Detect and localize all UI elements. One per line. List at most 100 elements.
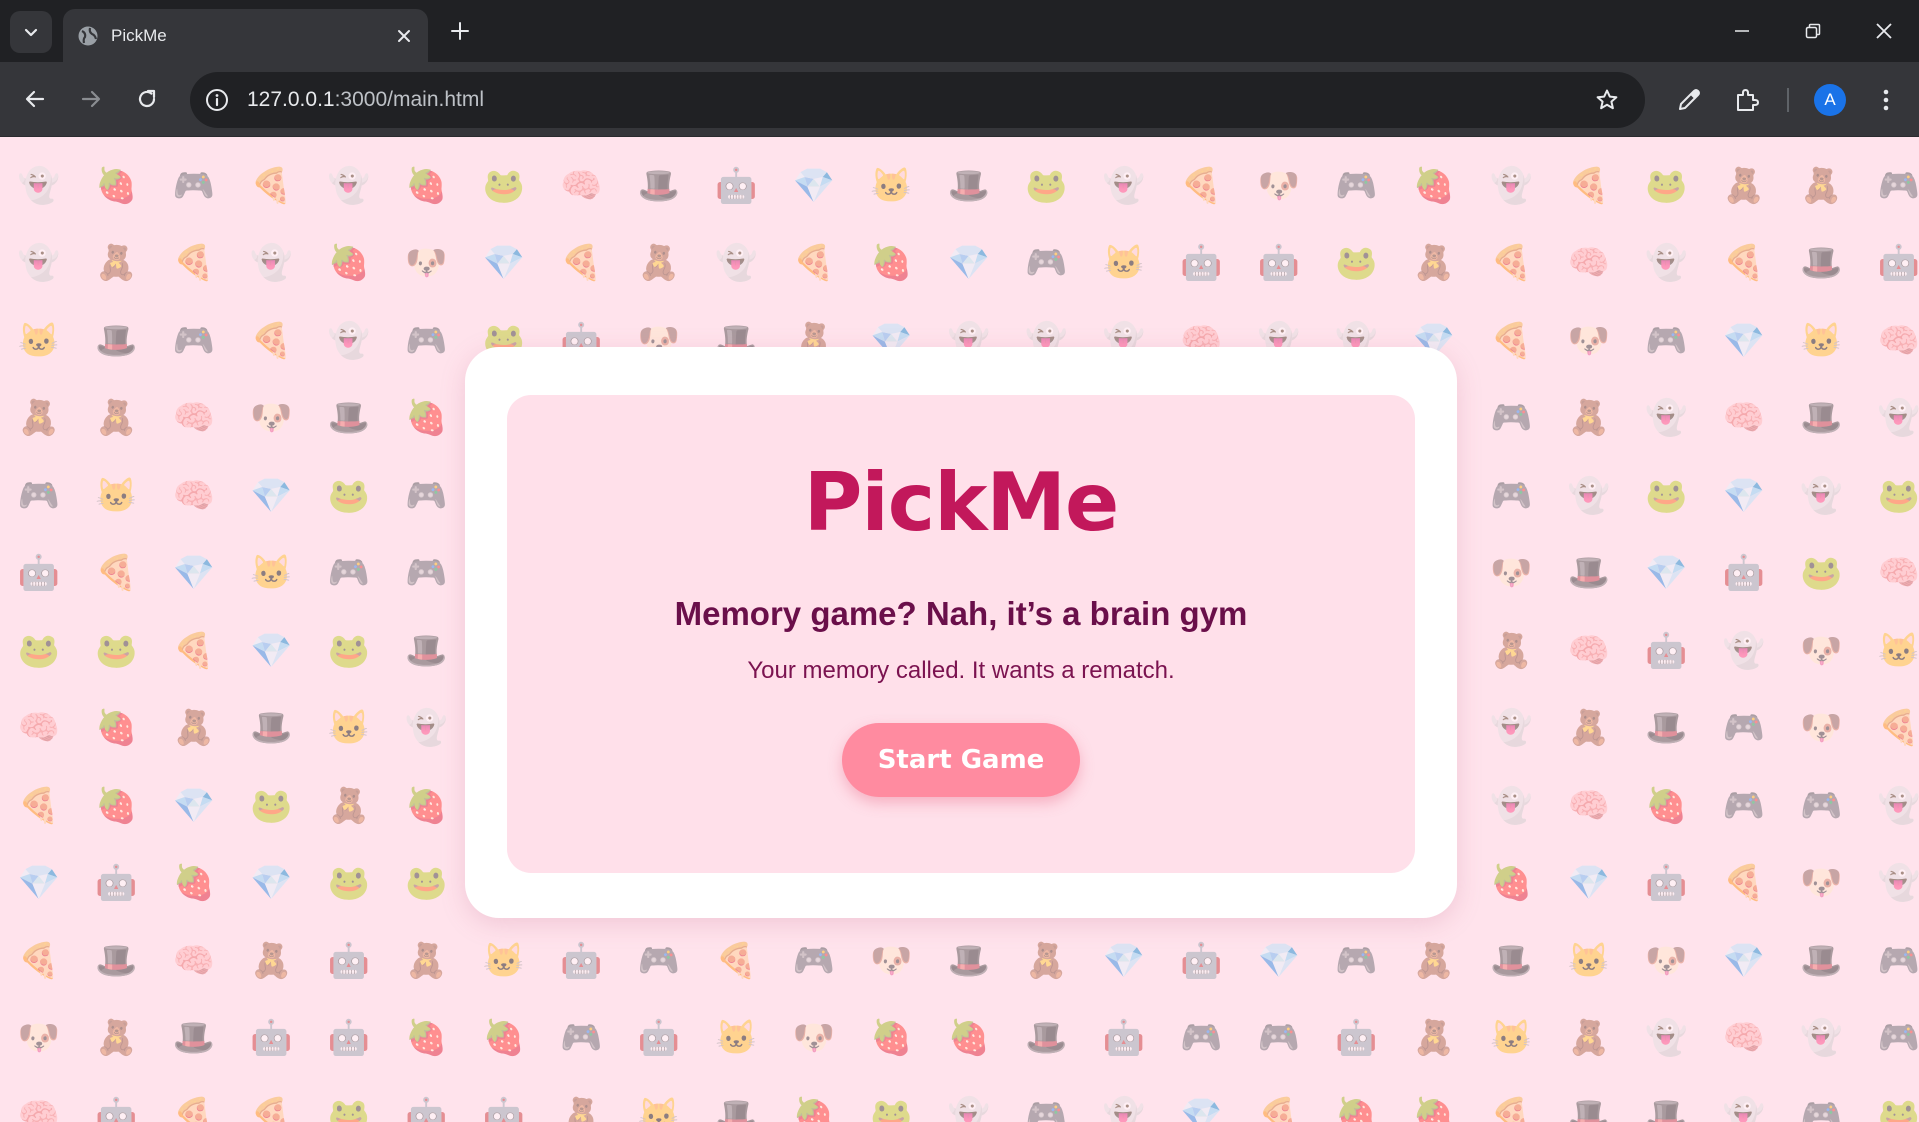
eyedropper-extension-button[interactable] <box>1669 80 1709 120</box>
background-cell: 💎 <box>1628 535 1706 613</box>
gamepad-icon: 🎮 <box>637 941 680 980</box>
site-info-button[interactable] <box>201 84 233 116</box>
background-cell: 🎩 <box>1550 1077 1628 1122</box>
background-cell: 🎮 <box>1783 1077 1861 1122</box>
forward-button[interactable] <box>72 80 110 118</box>
arrow-right-icon <box>81 90 101 108</box>
strawberry-icon: 🍓 <box>95 786 138 825</box>
diamond-icon: 💎 <box>1257 941 1300 980</box>
ghost-icon: 👻 <box>1800 1019 1843 1058</box>
bookmark-button[interactable] <box>1587 80 1627 120</box>
background-cell: 🍕 <box>0 767 78 845</box>
pizza-icon: 🍕 <box>1490 321 1533 360</box>
background-cell: 🧠 <box>1550 612 1628 690</box>
background-cell: 🐶 <box>1473 535 1551 613</box>
background-cell: 🤖 <box>1318 1000 1396 1078</box>
background-cell: 💎 <box>233 845 311 923</box>
tab-search-button[interactable] <box>10 11 52 53</box>
frog-icon: 🐸 <box>1877 1096 1919 1122</box>
dog-icon: 🐶 <box>405 244 448 283</box>
teddy-bear-icon: 🧸 <box>1412 941 1455 980</box>
page-viewport: 👻 🍓 🎮 🍕 👻 🍓 🐸 🧠 🎩 🤖 💎 🐱 🎩 🐸 👻 🍕 🐶 🎮 🍓 👻 🍕 🐸 🧸 🧸 🎮 👻 🧸 🍕 👻 🍓 🐶 💎 🍕 🧸 👻 🍕 🍓 💎 🎮 🐱… <box>0 137 1919 1122</box>
background-cell: 🎮 <box>1318 147 1396 225</box>
diamond-icon: 💎 <box>250 631 293 670</box>
close-window-button[interactable] <box>1848 0 1919 62</box>
tab-title: PickMe <box>111 25 167 45</box>
background-cell: 🎩 <box>620 147 698 225</box>
background-cell: 👻 <box>1860 767 1919 845</box>
background-cell: 🤖 <box>78 845 156 923</box>
gamepad-icon: 🎮 <box>17 476 60 515</box>
background-cell: 💎 <box>233 612 311 690</box>
profile-avatar[interactable]: A <box>1814 84 1846 116</box>
cat-icon: 🐱 <box>1877 631 1919 670</box>
teddy-bear-icon: 🧸 <box>95 1019 138 1058</box>
gamepad-icon: 🎮 <box>560 1019 603 1058</box>
pizza-icon: 🍕 <box>250 321 293 360</box>
background-cell: 🎮 <box>1473 380 1551 458</box>
robot-icon: 🤖 <box>1102 1019 1145 1058</box>
url-text[interactable]: 127.0.0.1:3000/main.html <box>247 88 1587 112</box>
diamond-icon: 💎 <box>1722 476 1765 515</box>
active-tab[interactable]: PickMe <box>63 9 428 62</box>
background-cell: 👻 <box>310 147 388 225</box>
background-cell: 🐶 <box>0 1000 78 1078</box>
top-hat-icon: 🎩 <box>327 399 370 438</box>
top-hat-icon: 🎩 <box>250 709 293 748</box>
minimize-button[interactable] <box>1706 0 1777 62</box>
background-cell: 👻 <box>1473 767 1551 845</box>
gamepad-icon: 🎮 <box>1877 941 1919 980</box>
back-button[interactable] <box>16 80 54 118</box>
new-tab-button[interactable] <box>445 16 475 46</box>
background-cell: 🎮 <box>1705 690 1783 768</box>
brain-icon: 🧠 <box>1722 1019 1765 1058</box>
background-cell: 🎮 <box>1860 922 1919 1000</box>
pizza-icon: 🍕 <box>1722 244 1765 283</box>
background-cell: 🤖 <box>388 1077 466 1122</box>
background-cell: 🍓 <box>155 845 233 923</box>
globe-icon <box>78 26 98 45</box>
diamond-icon: 💎 <box>172 554 215 593</box>
reload-button[interactable] <box>128 80 166 118</box>
background-cell: 🐶 <box>1240 147 1318 225</box>
background-cell: 🎩 <box>1550 535 1628 613</box>
background-cell: 🤖 <box>1628 612 1706 690</box>
start-game-button[interactable]: Start Game <box>842 723 1080 797</box>
background-cell: 🐱 <box>620 1077 698 1122</box>
cat-icon: 🐱 <box>327 709 370 748</box>
background-cell: 🐸 <box>310 845 388 923</box>
dog-icon: 🐶 <box>1257 166 1300 205</box>
extensions-button[interactable] <box>1726 80 1766 120</box>
address-bar[interactable]: 127.0.0.1:3000/main.html <box>190 72 1645 128</box>
browser-menu-button[interactable] <box>1866 80 1906 120</box>
background-cell: 💎 <box>1550 845 1628 923</box>
background-cell: 🐸 <box>1860 457 1919 535</box>
background-cell: 🧸 <box>1395 922 1473 1000</box>
gamepad-icon: 🎮 <box>1645 321 1688 360</box>
background-cell: 🐸 <box>0 612 78 690</box>
background-cell: 💎 <box>465 225 543 303</box>
diamond-icon: 💎 <box>792 166 835 205</box>
close-tab-icon[interactable] <box>396 28 412 44</box>
gamepad-icon: 🎮 <box>1877 1019 1919 1058</box>
background-cell: 🧸 <box>1550 380 1628 458</box>
background-cell: 🎮 <box>155 302 233 380</box>
diamond-icon: 💎 <box>250 476 293 515</box>
url-path: :3000/main.html <box>334 88 485 111</box>
chevron-down-icon <box>24 28 38 37</box>
strawberry-icon: 🍓 <box>405 1019 448 1058</box>
ghost-icon: 👻 <box>1102 166 1145 205</box>
background-cell: 👻 <box>1783 1000 1861 1078</box>
background-cell: 🧸 <box>78 380 156 458</box>
background-cell: 🐸 <box>310 1077 388 1122</box>
gamepad-icon: 🎮 <box>1877 166 1919 205</box>
pizza-icon: 🍕 <box>792 244 835 283</box>
dog-icon: 🐶 <box>1800 709 1843 748</box>
background-cell: 👻 <box>1860 845 1919 923</box>
background-cell: 🍓 <box>1473 845 1551 923</box>
diamond-icon: 💎 <box>1180 1096 1223 1122</box>
restore-button[interactable] <box>1777 0 1848 62</box>
background-cell: 🍓 <box>1395 147 1473 225</box>
frog-icon: 🐸 <box>327 631 370 670</box>
brain-icon: 🧠 <box>1877 554 1919 593</box>
